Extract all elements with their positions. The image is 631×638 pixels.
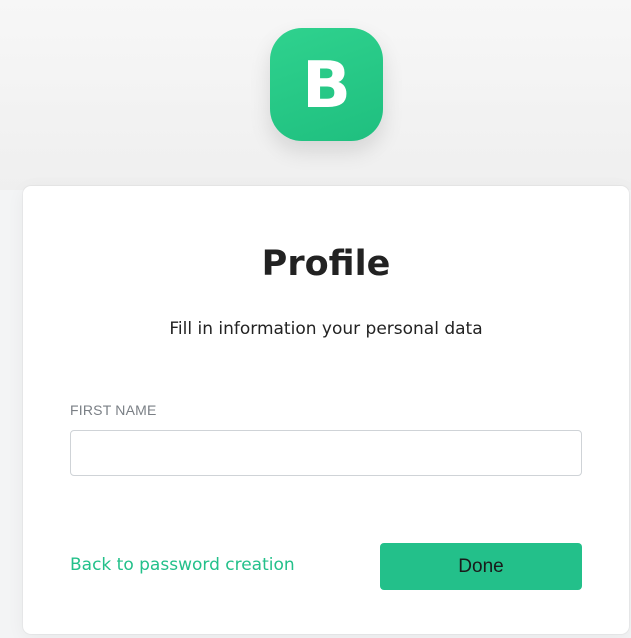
page-subtitle: Fill in information your personal data (169, 319, 483, 339)
page-title: Profile (261, 244, 391, 284)
app-logo: B (270, 28, 383, 141)
done-button[interactable]: Done (380, 543, 582, 590)
app-logo-letter: B (302, 48, 351, 123)
first-name-label: FIRST NAME (70, 402, 157, 418)
first-name-input[interactable] (70, 430, 582, 476)
back-to-password-creation-link[interactable]: Back to password creation (70, 553, 295, 577)
